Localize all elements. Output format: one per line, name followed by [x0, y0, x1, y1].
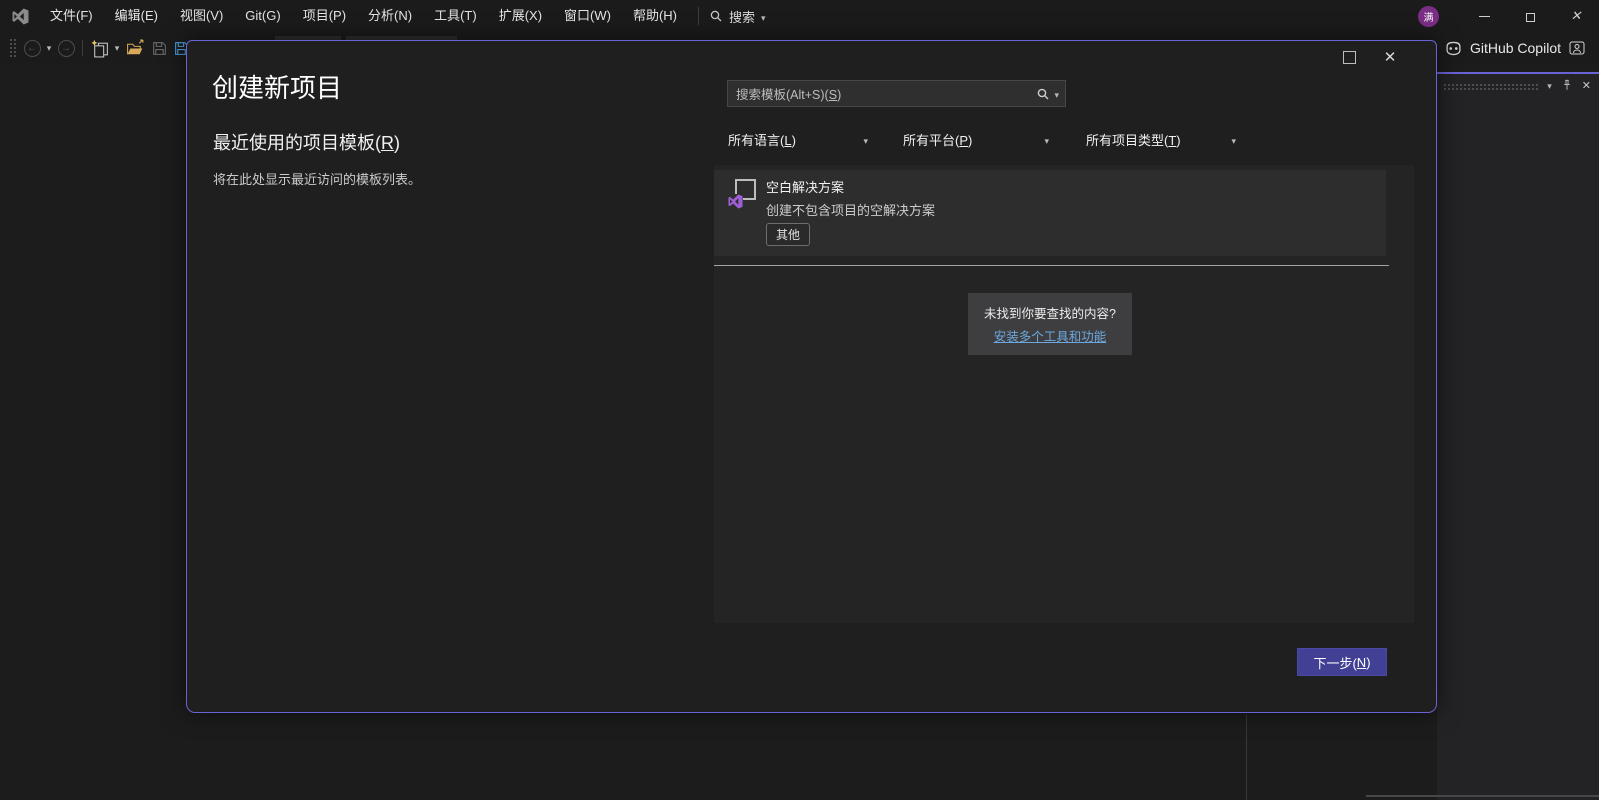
maximize-icon — [1343, 51, 1356, 64]
back-arrow-icon: ← — [24, 40, 41, 57]
tool-window-drag-grip[interactable] — [1443, 83, 1538, 90]
open-folder-icon — [126, 39, 145, 58]
account-avatar[interactable]: 满 — [1418, 6, 1439, 27]
template-search-placeholder: 搜索模板(Alt+S)(S) — [728, 84, 1036, 103]
close-button[interactable] — [1553, 0, 1599, 32]
window-position-menu-icon[interactable] — [1547, 76, 1552, 94]
template-list: 空白解决方案 创建不包含项目的空解决方案 其他 未找到你要查找的内容? 安装多个… — [714, 165, 1414, 623]
new-project-icon — [91, 39, 110, 58]
create-new-project-dialog: 创建新项目 最近使用的项目模板(R) 将在此处显示最近访问的模板列表。 搜索模板… — [186, 40, 1437, 713]
save-button[interactable] — [148, 32, 170, 64]
copilot-label: GitHub Copilot — [1470, 40, 1561, 56]
template-search-input[interactable]: 搜索模板(Alt+S)(S) — [727, 80, 1066, 107]
save-icon — [151, 40, 168, 57]
filter-label: 所有项目类型(T) — [1086, 130, 1181, 149]
global-search-button[interactable]: 搜索 — [709, 7, 766, 26]
new-project-button[interactable] — [88, 32, 112, 64]
not-found-box: 未找到你要查找的内容? 安装多个工具和功能 — [968, 293, 1132, 355]
filter-label: 所有语言(L) — [728, 130, 796, 149]
titlebar: 文件(F) 编辑(E) 视图(V) Git(G) 项目(P) 分析(N) 工具(… — [0, 0, 1599, 32]
bottom-panel-edge — [1366, 795, 1599, 797]
recent-templates-header: 最近使用的项目模板(R) — [213, 129, 400, 155]
copilot-icon — [1445, 40, 1462, 57]
copilot-account-icon — [1569, 40, 1585, 56]
search-icon[interactable] — [1036, 87, 1050, 101]
menu-view[interactable]: 视图(V) — [169, 0, 234, 32]
minimize-button[interactable] — [1461, 0, 1507, 32]
template-name: 空白解决方案 — [766, 177, 844, 196]
toolbar-drag-grip[interactable] — [9, 38, 16, 58]
template-description: 创建不包含项目的空解决方案 — [766, 200, 935, 219]
not-found-message: 未找到你要查找的内容? — [984, 303, 1116, 322]
menu-edit[interactable]: 编辑(E) — [104, 0, 169, 32]
pin-icon[interactable] — [1561, 79, 1573, 91]
tool-window-close-icon[interactable] — [1582, 76, 1591, 94]
chevron-down-icon — [863, 132, 868, 147]
visual-studio-logo-icon — [12, 8, 29, 25]
navigate-forward-button[interactable]: → — [55, 32, 77, 64]
filter-all-project-types[interactable]: 所有项目类型(T) — [1086, 127, 1236, 151]
toolbar-separator — [82, 40, 83, 56]
menu-project[interactable]: 项目(P) — [292, 0, 357, 32]
github-copilot-status[interactable]: GitHub Copilot — [1445, 32, 1585, 64]
menu-git[interactable]: Git(G) — [234, 0, 291, 32]
template-tag-other[interactable]: 其他 — [766, 223, 810, 246]
forward-arrow-icon: → — [58, 40, 75, 57]
search-icon — [709, 9, 723, 23]
visual-studio-window: 文件(F) 编辑(E) 视图(V) Git(G) 项目(P) 分析(N) 工具(… — [0, 0, 1599, 800]
filter-label: 所有平台(P) — [903, 130, 972, 149]
recent-templates-hint: 将在此处显示最近访问的模板列表。 — [213, 169, 421, 188]
dialog-close-button[interactable] — [1377, 45, 1403, 69]
list-separator — [714, 265, 1389, 266]
navigate-back-button[interactable]: ← — [21, 32, 43, 64]
menu-analyze[interactable]: 分析(N) — [357, 0, 423, 32]
menu-extensions[interactable]: 扩展(X) — [488, 0, 553, 32]
panel-divider — [1246, 714, 1247, 800]
filter-all-platforms[interactable]: 所有平台(P) — [903, 127, 1049, 151]
open-folder-button[interactable] — [124, 32, 146, 64]
chevron-down-icon — [1044, 132, 1049, 147]
navigate-back-dropdown[interactable] — [44, 32, 54, 64]
minimize-icon — [1479, 16, 1490, 17]
chevron-down-icon — [1231, 132, 1236, 147]
restore-icon — [1526, 13, 1535, 22]
chevron-down-icon — [761, 9, 766, 24]
install-tools-link[interactable]: 安装多个工具和功能 — [984, 326, 1116, 345]
menu-file[interactable]: 文件(F) — [39, 0, 104, 32]
template-item-blank-solution[interactable]: 空白解决方案 创建不包含项目的空解决方案 其他 — [714, 170, 1386, 256]
menu-help[interactable]: 帮助(H) — [622, 0, 688, 32]
menu-tools[interactable]: 工具(T) — [423, 0, 488, 32]
tool-window-header[interactable] — [1437, 74, 1599, 96]
titlebar-separator — [698, 7, 699, 25]
new-project-dropdown[interactable] — [112, 32, 122, 64]
global-search-label: 搜索 — [729, 7, 755, 26]
close-icon — [1571, 8, 1582, 24]
dialog-maximize-button[interactable] — [1338, 47, 1360, 67]
restore-button[interactable] — [1507, 0, 1553, 32]
dialog-title: 创建新项目 — [212, 68, 342, 105]
menu-window[interactable]: 窗口(W) — [553, 0, 622, 32]
blank-solution-icon — [728, 179, 756, 211]
next-button[interactable]: 下一步(N) — [1297, 648, 1387, 676]
right-tool-window — [1437, 72, 1599, 800]
filter-all-languages[interactable]: 所有语言(L) — [728, 127, 868, 151]
chevron-down-icon[interactable] — [1054, 85, 1059, 103]
